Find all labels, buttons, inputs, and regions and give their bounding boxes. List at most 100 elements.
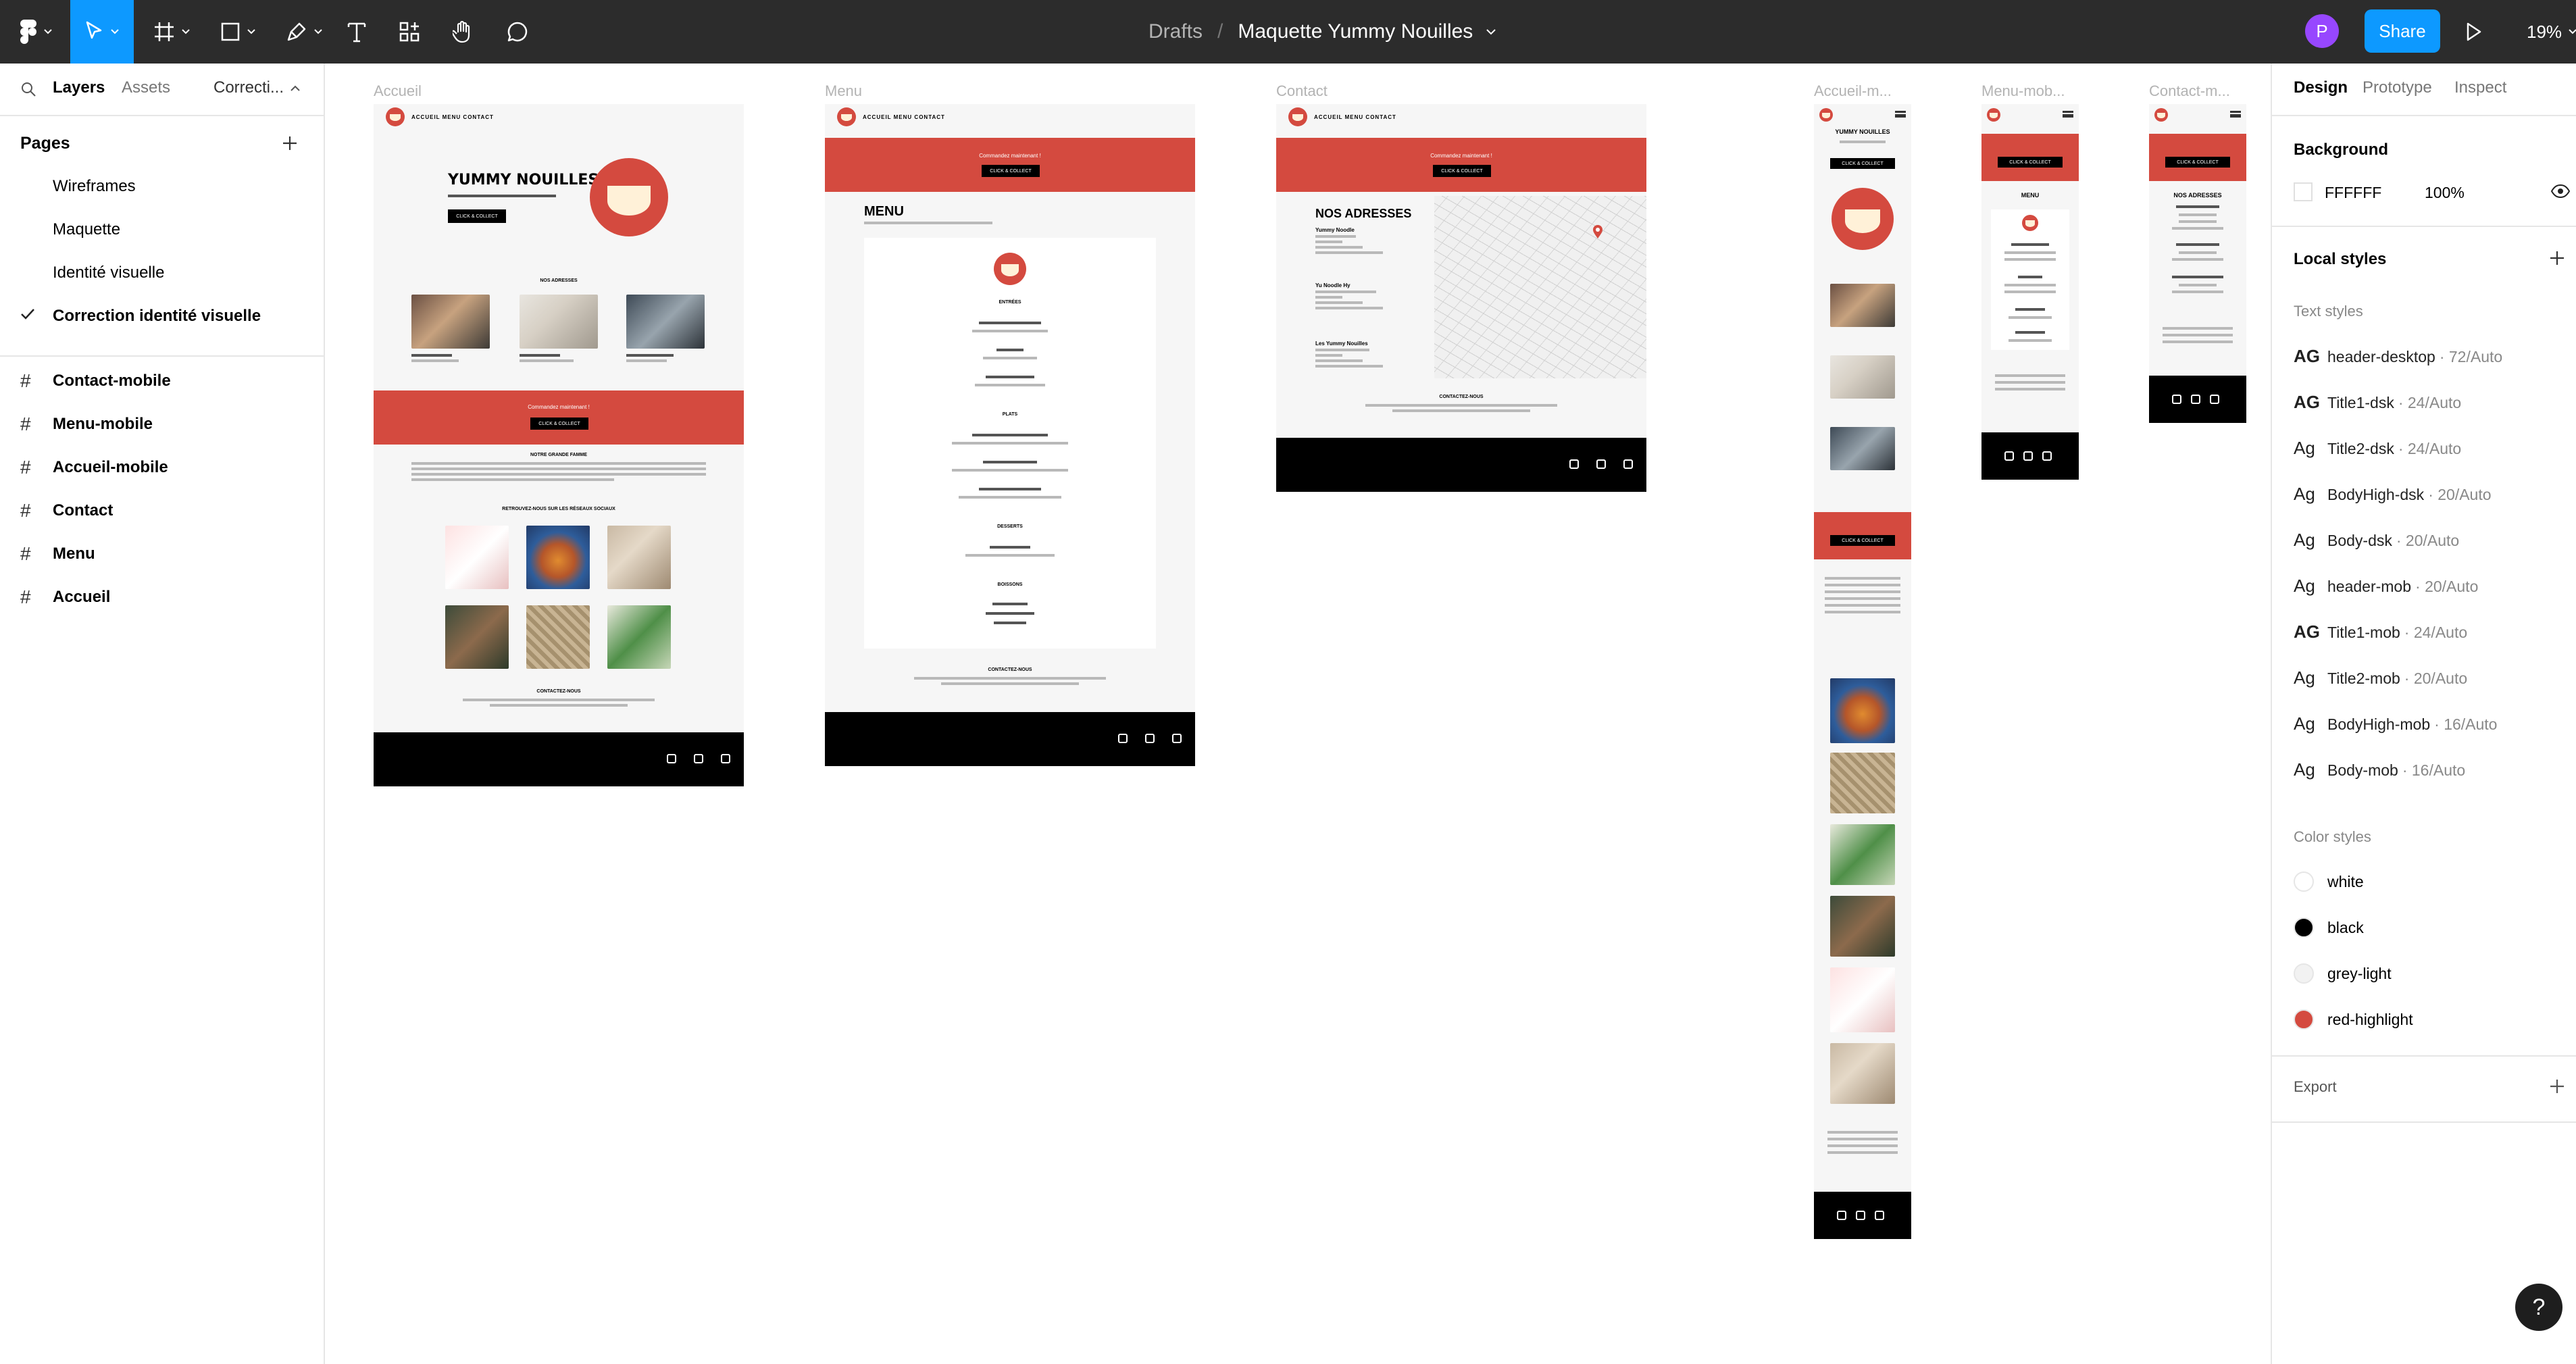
hamburger-icon bbox=[2063, 111, 2073, 118]
menu-item bbox=[2004, 284, 2056, 286]
text-style-meta: · 24/Auto bbox=[2398, 440, 2462, 457]
help-button[interactable]: ? bbox=[2515, 1284, 2562, 1331]
file-name[interactable]: Maquette Yummy Nouilles bbox=[1238, 20, 1473, 43]
facebook-icon bbox=[1145, 734, 1155, 743]
share-button[interactable]: Share bbox=[2365, 9, 2440, 53]
logo-icon bbox=[837, 107, 856, 126]
color-style-item[interactable]: red-highlight bbox=[2294, 1009, 2413, 1030]
frame-contact[interactable]: ACCUEIL MENU CONTACT Commandez maintenan… bbox=[1276, 104, 1646, 492]
frame-label-accueil-mobile[interactable]: Accueil-m... bbox=[1814, 82, 1892, 100]
frame-label-contact[interactable]: Contact bbox=[1276, 82, 1328, 100]
text-style-item[interactable]: Ag Body-dsk · 20/Auto bbox=[2294, 530, 2459, 551]
frame-icon: # bbox=[20, 457, 31, 478]
main-menu-button[interactable] bbox=[12, 0, 59, 64]
background-swatch[interactable] bbox=[2294, 182, 2313, 201]
menu-card: ENTRÉES PLATS DESSERTS BOISSONS bbox=[864, 238, 1156, 649]
zoom-dropdown[interactable]: 19% bbox=[2527, 0, 2576, 64]
text-style-item[interactable]: Ag header-mob · 20/Auto bbox=[2294, 576, 2478, 597]
frame-menu-mobile[interactable]: CLICK & COLLECT MENU bbox=[1981, 104, 2079, 480]
layer-menu-mobile[interactable]: # Menu-mobile bbox=[20, 413, 153, 435]
present-button[interactable] bbox=[2463, 18, 2485, 49]
text-style-item[interactable]: Ag BodyHigh-mob · 16/Auto bbox=[2294, 713, 2497, 734]
color-style-item[interactable]: grey-light bbox=[2294, 963, 2392, 984]
page-item-correction[interactable]: Correction identité visuelle bbox=[53, 307, 261, 326]
resources-tool-button[interactable] bbox=[390, 0, 428, 64]
text-tool-button[interactable] bbox=[338, 0, 376, 64]
layer-contact[interactable]: # Contact bbox=[20, 500, 113, 522]
text-style-item[interactable]: Ag BodyHigh-dsk · 20/Auto bbox=[2294, 484, 2492, 505]
background-opacity-input[interactable]: 100% bbox=[2425, 184, 2465, 202]
breadcrumb-drafts[interactable]: Drafts bbox=[1148, 20, 1203, 43]
frame-contact-mobile[interactable]: CLICK & COLLECT NOS ADRESSES bbox=[2149, 104, 2246, 423]
pages-title: Pages bbox=[20, 134, 70, 153]
hero-title: YUMMY NOUILLES bbox=[1835, 128, 1890, 135]
order-band-cta: CLICK & COLLECT bbox=[2165, 157, 2230, 168]
text-style-icon: Ag bbox=[2294, 713, 2315, 734]
text-style-meta: · 20/Auto bbox=[2428, 486, 2492, 503]
layer-accueil-mobile[interactable]: # Accueil-mobile bbox=[20, 457, 168, 478]
text-style-icon: Ag bbox=[2294, 576, 2315, 596]
move-tool-button[interactable] bbox=[70, 0, 134, 64]
search-icon[interactable] bbox=[20, 81, 36, 97]
frame-label-menu-mobile[interactable]: Menu-mob... bbox=[1981, 82, 2065, 100]
history-text bbox=[1825, 597, 1900, 600]
text-style-item[interactable]: Ag Title2-dsk · 24/Auto bbox=[2294, 438, 2461, 459]
frame-label-contact-mobile[interactable]: Contact-m... bbox=[2149, 82, 2230, 100]
text-style-name: Title1-dsk bbox=[2327, 394, 2394, 411]
layer-contact-mobile[interactable]: # Contact-mobile bbox=[20, 370, 171, 392]
frame-icon bbox=[155, 22, 174, 41]
order-band-cta: CLICK & COLLECT bbox=[1830, 535, 1895, 546]
file-title[interactable]: Drafts / Maquette Yummy Nouilles bbox=[1148, 0, 1496, 64]
add-export-icon[interactable] bbox=[2548, 1077, 2567, 1096]
page-item-identite-visuelle[interactable]: Identité visuelle bbox=[53, 263, 164, 282]
frame-tool-button[interactable] bbox=[145, 0, 199, 64]
comment-tool-button[interactable] bbox=[499, 0, 536, 64]
hand-tool-button[interactable] bbox=[445, 0, 482, 64]
menu-item bbox=[965, 554, 1055, 557]
instagram-icon bbox=[2004, 451, 2014, 461]
color-style-item[interactable]: black bbox=[2294, 917, 2364, 938]
page-item-maquette[interactable]: Maquette bbox=[53, 220, 120, 239]
facebook-icon bbox=[2191, 395, 2200, 404]
hero-bowl-icon bbox=[1832, 188, 1894, 250]
chevron-up-icon[interactable] bbox=[291, 85, 300, 91]
address-text bbox=[2179, 284, 2217, 286]
frame-accueil[interactable]: ACCUEIL MENU CONTACT YUMMY NOUILLES CLIC… bbox=[374, 104, 744, 786]
tab-assets[interactable]: Assets bbox=[122, 78, 170, 97]
contact-text bbox=[1995, 388, 2065, 390]
text-style-item[interactable]: AG header-desktop · 72/Auto bbox=[2294, 346, 2502, 367]
site-nav: ACCUEIL MENU CONTACT bbox=[374, 104, 744, 130]
chevron-down-icon[interactable] bbox=[1486, 28, 1496, 35]
eye-icon[interactable] bbox=[2550, 184, 2571, 199]
tab-layers[interactable]: Layers bbox=[53, 78, 105, 97]
layer-accueil[interactable]: # Accueil bbox=[20, 586, 110, 608]
avatar[interactable]: P bbox=[2305, 14, 2339, 48]
tab-prototype[interactable]: Prototype bbox=[2363, 78, 2432, 97]
footer-social-icons bbox=[1569, 459, 1633, 469]
text-style-item[interactable]: AG Title1-mob · 24/Auto bbox=[2294, 622, 2467, 642]
shape-tool-button[interactable] bbox=[211, 0, 265, 64]
layer-menu[interactable]: # Menu bbox=[20, 543, 95, 565]
frame-menu[interactable]: ACCUEIL MENU CONTACT Commandez maintenan… bbox=[825, 104, 1195, 766]
frame-label-accueil[interactable]: Accueil bbox=[374, 82, 422, 100]
pen-tool-button[interactable] bbox=[277, 0, 331, 64]
contact-text bbox=[941, 682, 1079, 685]
color-style-name: white bbox=[2327, 872, 2364, 890]
canvas[interactable]: Accueil ACCUEIL MENU CONTACT YUMMY NOUIL… bbox=[325, 64, 2271, 1364]
chevron-down-icon bbox=[314, 29, 322, 34]
frame-accueil-mobile[interactable]: YUMMY NOUILLES CLICK & COLLECT CLICK & C… bbox=[1814, 104, 1911, 1239]
text-style-item[interactable]: Ag Body-mob · 16/Auto bbox=[2294, 759, 2465, 780]
frame-label-menu[interactable]: Menu bbox=[825, 82, 862, 100]
tab-design[interactable]: Design bbox=[2294, 78, 2348, 97]
address-text bbox=[1315, 251, 1383, 254]
background-hex-input[interactable]: FFFFFF bbox=[2325, 184, 2381, 202]
add-page-icon[interactable] bbox=[280, 134, 299, 153]
color-style-item[interactable]: white bbox=[2294, 872, 2364, 892]
tab-current-page[interactable]: Correcti... bbox=[213, 78, 284, 97]
text-style-item[interactable]: AG Title1-dsk · 24/Auto bbox=[2294, 392, 2461, 413]
tab-inspect[interactable]: Inspect bbox=[2454, 78, 2506, 97]
add-style-icon[interactable] bbox=[2548, 249, 2567, 268]
order-band: CLICK & COLLECT bbox=[1814, 512, 1911, 559]
page-item-wireframes[interactable]: Wireframes bbox=[53, 177, 136, 196]
text-style-item[interactable]: Ag Title2-mob · 20/Auto bbox=[2294, 667, 2467, 688]
